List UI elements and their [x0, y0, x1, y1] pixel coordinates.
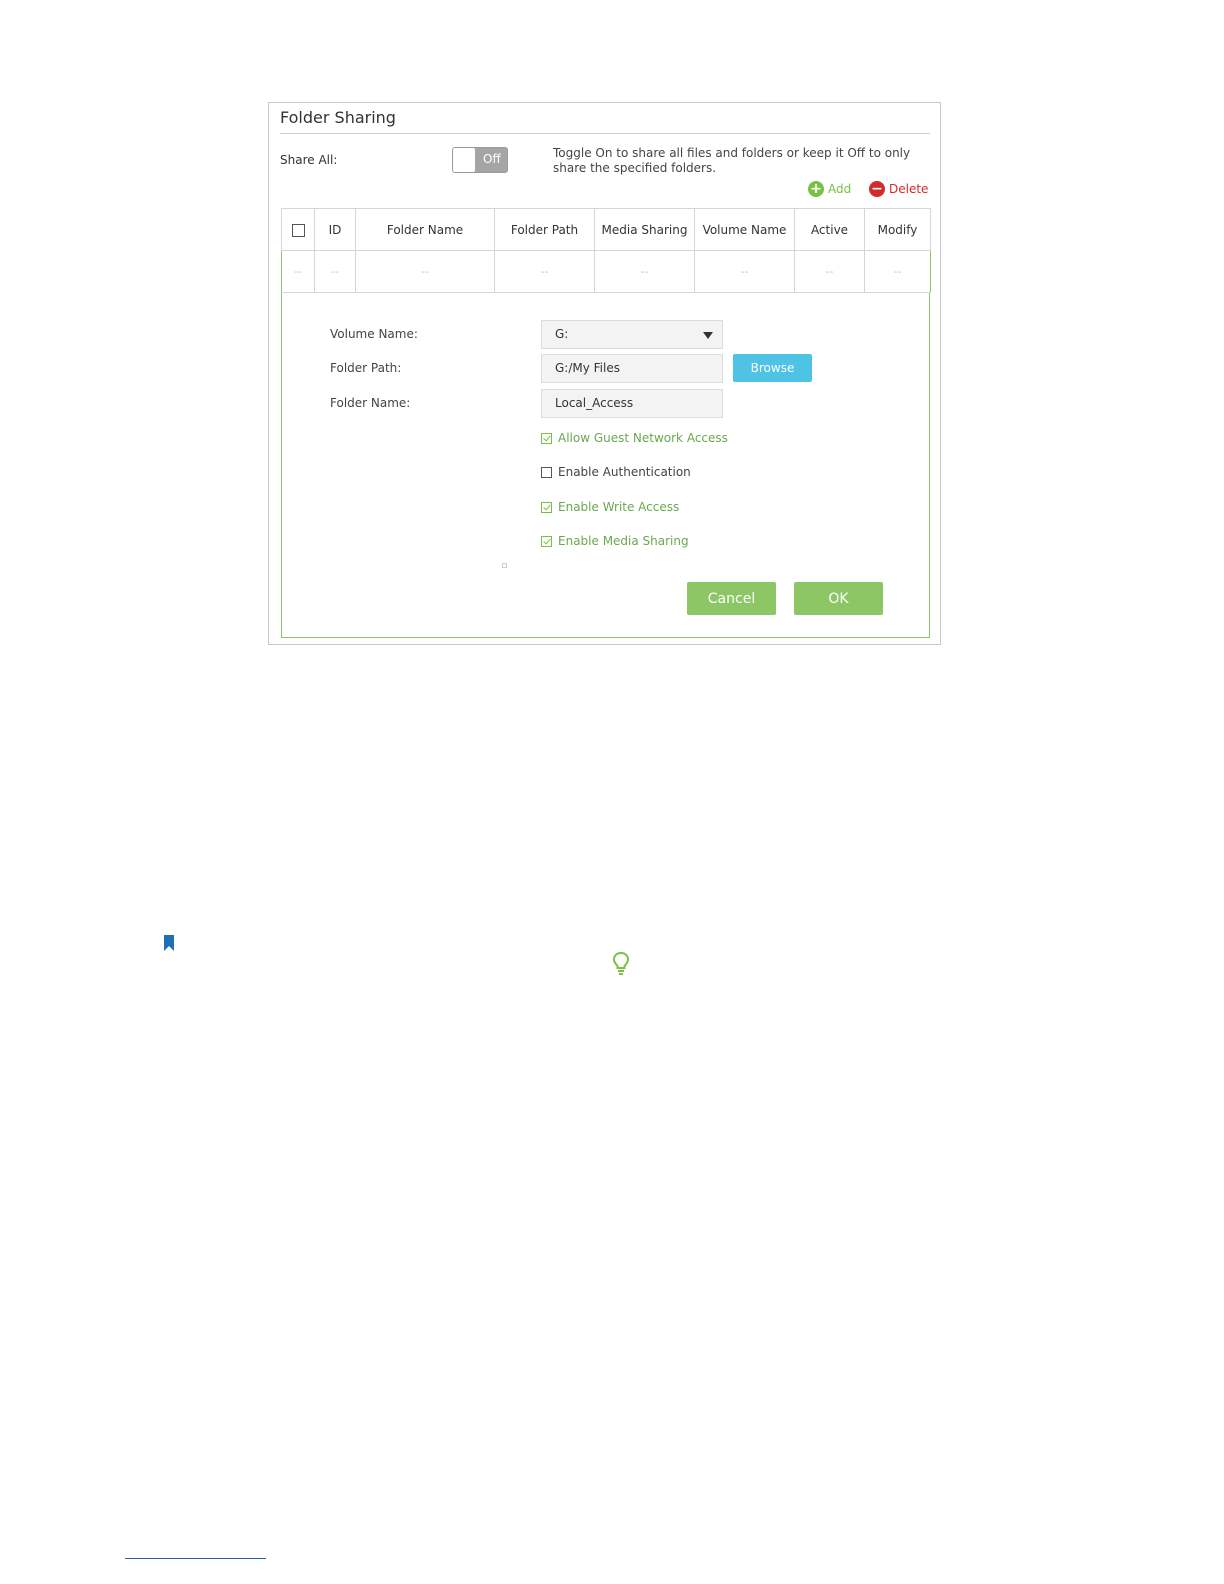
folder-table: ID Folder Name Folder Path Media Sharing…	[281, 208, 931, 293]
toggle-knob	[453, 148, 475, 172]
table-cell: --	[594, 250, 695, 293]
write-access-option[interactable]: Enable Write Access	[541, 500, 679, 514]
table-cell: --	[794, 250, 865, 293]
column-header: Modify	[864, 208, 931, 251]
lightbulb-icon	[612, 951, 630, 975]
column-header: Folder Name	[355, 208, 495, 251]
table-cell: --	[694, 250, 795, 293]
share-all-toggle[interactable]: Off	[452, 147, 508, 173]
chevron-down-icon	[703, 332, 713, 339]
minus-circle-icon: −	[869, 181, 885, 197]
folder-path-label: Folder Path:	[330, 361, 402, 375]
add-label: Add	[828, 182, 852, 196]
toggle-state-label: Off	[483, 152, 501, 166]
select-all-checkbox[interactable]	[291, 223, 305, 237]
column-header: Active	[794, 208, 865, 251]
select-all-cell	[281, 208, 315, 251]
delete-label: Delete	[889, 182, 929, 196]
media-sharing-checkbox[interactable]	[541, 535, 552, 547]
guest-access-label: Allow Guest Network Access	[558, 431, 728, 445]
media-sharing-option[interactable]: Enable Media Sharing	[541, 534, 689, 548]
table-row: -- -- -- -- -- -- -- --	[281, 250, 931, 293]
column-header: Media Sharing	[594, 208, 695, 251]
folder-path-value: G:/My Files	[555, 361, 620, 375]
column-header: Folder Path	[494, 208, 595, 251]
ok-button[interactable]: OK	[794, 582, 883, 615]
table-cell: --	[314, 250, 356, 293]
folder-sharing-panel: Folder Sharing Share All: Off Toggle On …	[268, 102, 941, 645]
table-cell: --	[355, 250, 495, 293]
authentication-option[interactable]: Enable Authentication	[541, 465, 691, 479]
edit-form: Volume Name: G: Folder Path: G:/My Files…	[281, 293, 930, 638]
folder-name-input[interactable]: Local_Access	[541, 389, 723, 418]
title-divider	[280, 133, 930, 134]
panel-title: Folder Sharing	[280, 108, 396, 127]
table-cell: --	[864, 250, 931, 293]
footnote-divider	[125, 1558, 266, 1559]
table-cell: --	[494, 250, 595, 293]
authentication-checkbox[interactable]	[541, 466, 552, 478]
column-header: Volume Name	[694, 208, 795, 251]
folder-path-input[interactable]: G:/My Files	[541, 354, 723, 383]
folder-name-label: Folder Name:	[330, 396, 411, 410]
delete-button[interactable]: − Delete	[869, 181, 928, 197]
table-cell: --	[281, 250, 315, 293]
volume-name-select[interactable]: G:	[541, 320, 723, 349]
volume-name-value: G:	[555, 327, 569, 341]
toggle-hint-text: Toggle On to share all files and folders…	[553, 146, 911, 175]
volume-name-label: Volume Name:	[330, 327, 418, 341]
guest-access-checkbox[interactable]	[541, 432, 552, 444]
bookmark-icon	[164, 935, 174, 951]
write-access-label: Enable Write Access	[558, 500, 680, 514]
plus-circle-icon: +	[808, 181, 824, 197]
cancel-button[interactable]: Cancel	[687, 582, 776, 615]
share-all-label: Share All:	[280, 153, 338, 167]
folder-name-value: Local_Access	[555, 396, 634, 410]
artifact-dot	[502, 563, 507, 568]
media-sharing-label: Enable Media Sharing	[558, 534, 689, 548]
authentication-label: Enable Authentication	[558, 465, 691, 479]
column-header: ID	[314, 208, 356, 251]
guest-access-option[interactable]: Allow Guest Network Access	[541, 431, 728, 445]
table-header-row: ID Folder Name Folder Path Media Sharing…	[281, 208, 931, 251]
add-button[interactable]: + Add	[808, 181, 851, 197]
browse-button[interactable]: Browse	[733, 354, 812, 382]
write-access-checkbox[interactable]	[541, 501, 552, 513]
